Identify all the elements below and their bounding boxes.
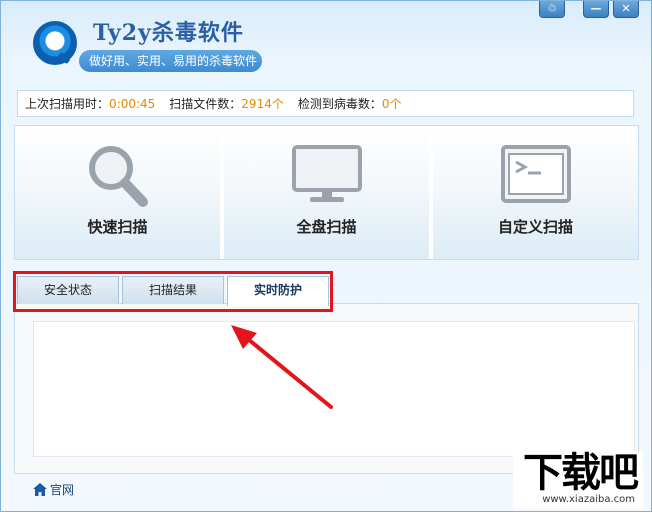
magnifier-icon (88, 146, 148, 207)
tab-bar: 安全状态 扫描结果 实时防护 (17, 276, 329, 306)
skin-button[interactable]: ♲ (539, 1, 565, 18)
app-window: Ty2y杀毒软件 做好用、实用、易用的杀毒软件 ♲ — ✕ 上次扫描用时： 0:… (0, 0, 652, 512)
window-controls: ♲ — ✕ (539, 1, 639, 18)
full-scan-label: 全盘扫描 (296, 218, 357, 236)
tab-scan-results[interactable]: 扫描结果 (122, 276, 224, 304)
last-scan-value: 0:00:45 (109, 96, 156, 111)
last-scan-label: 上次扫描用时： (25, 97, 110, 111)
scan-panel: 快速扫描 全盘扫描 自定义扫描 (14, 125, 639, 260)
custom-scan-label: 自定义扫描 (497, 218, 573, 236)
watermark-url: www.xiazaiba.com (542, 494, 635, 505)
tab-realtime-protection[interactable]: 实时防护 (227, 276, 329, 306)
quick-scan-button[interactable]: 快速扫描 (15, 126, 220, 259)
tab-security-status[interactable]: 安全状态 (17, 276, 119, 304)
files-count-value: 2914个 (241, 97, 284, 111)
watermark-brand: 下载吧 (523, 450, 639, 496)
xiazaiba-watermark: 下载吧 www.xiazaiba.com (513, 451, 643, 509)
official-site-label: 官网 (50, 483, 75, 497)
red-arrow-annotation (231, 325, 333, 409)
app-slogan: 做好用、实用、易用的杀毒软件 (79, 50, 262, 72)
app-logo (33, 21, 77, 65)
virus-count-label: 检测到病毒数： (297, 97, 382, 111)
home-icon (33, 483, 47, 496)
close-button[interactable]: ✕ (613, 1, 639, 18)
minimize-button[interactable]: — (583, 1, 609, 18)
terminal-icon (500, 145, 571, 203)
virus-count-value: 0个 (381, 97, 402, 111)
quick-scan-label: 快速扫描 (87, 218, 148, 236)
custom-scan-button[interactable]: 自定义扫描 (433, 126, 638, 259)
full-scan-button[interactable]: 全盘扫描 (224, 126, 429, 259)
files-count-label: 扫描文件数： (169, 97, 242, 111)
scan-status-bar: 上次扫描用时： 0:00:45 扫描文件数： 2914个 检测到病毒数： 0个 (17, 90, 634, 117)
official-site-link[interactable]: 官网 (33, 481, 74, 498)
monitor-icon (291, 145, 362, 202)
app-title: Ty2y杀毒软件 (93, 20, 244, 46)
